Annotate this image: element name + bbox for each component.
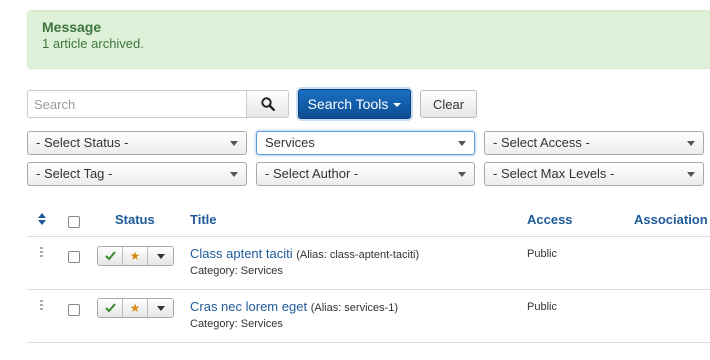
- publish-toggle-button[interactable]: [98, 299, 123, 317]
- filter-access-value: - Select Access -: [493, 135, 590, 150]
- chevron-down-icon: [687, 172, 695, 177]
- alert-heading: Message: [42, 19, 102, 35]
- article-category: Category: Services: [190, 265, 283, 277]
- chevron-down-icon: [230, 172, 238, 177]
- chevron-down-icon: [687, 141, 695, 146]
- caret-down-icon: [156, 253, 165, 259]
- filter-tag-select[interactable]: - Select Tag -: [27, 162, 247, 186]
- chevron-down-icon: [458, 141, 466, 146]
- column-header-association[interactable]: Association: [634, 212, 708, 227]
- chevron-down-icon: [458, 172, 466, 177]
- featured-toggle-button[interactable]: ★: [123, 299, 148, 317]
- article-access: Public: [527, 301, 557, 313]
- status-button-group: ★: [97, 246, 174, 266]
- star-icon: ★: [129, 301, 141, 315]
- article-title-link[interactable]: Cras nec lorem eget: [190, 299, 307, 314]
- filter-tag-value: - Select Tag -: [36, 166, 113, 181]
- article-title: Cras nec lorem eget (Alias: services-1): [190, 299, 398, 314]
- filter-category-value: Services: [265, 135, 315, 150]
- article-access: Public: [527, 248, 557, 260]
- clear-button[interactable]: Clear: [420, 90, 477, 118]
- drag-handle-icon[interactable]: [40, 247, 44, 259]
- filter-max-levels-select[interactable]: - Select Max Levels -: [484, 162, 704, 186]
- success-alert: Message 1 article archived.: [27, 10, 710, 69]
- row-divider: [27, 289, 710, 290]
- row-checkbox[interactable]: [68, 251, 80, 263]
- filter-category-select[interactable]: Services: [256, 131, 475, 155]
- caret-down-icon: [393, 103, 402, 107]
- featured-toggle-button[interactable]: ★: [123, 247, 148, 265]
- article-alias: (Alias: services-1): [310, 302, 399, 314]
- row-divider: [27, 342, 710, 343]
- filter-author-select[interactable]: - Select Author -: [256, 162, 475, 186]
- search-tools-button[interactable]: Search Tools: [298, 89, 411, 119]
- status-button-group: ★: [97, 298, 174, 318]
- publish-toggle-button[interactable]: [98, 247, 123, 265]
- check-icon: [104, 251, 116, 261]
- drag-handle-icon[interactable]: [40, 300, 44, 312]
- search-input[interactable]: [27, 90, 247, 118]
- star-icon: ★: [129, 249, 141, 263]
- chevron-down-icon: [230, 141, 238, 146]
- filter-author-value: - Select Author -: [265, 166, 359, 181]
- sort-icon[interactable]: [37, 212, 47, 226]
- status-dropdown-button[interactable]: [148, 247, 173, 265]
- filter-access-select[interactable]: - Select Access -: [484, 131, 704, 155]
- search-tools-label: Search Tools: [307, 96, 389, 112]
- filter-status-value: - Select Status -: [36, 135, 129, 150]
- article-title-link[interactable]: Class aptent taciti: [190, 246, 293, 261]
- article-alias: (Alias: class-aptent-taciti): [296, 249, 420, 261]
- search-button[interactable]: [247, 90, 289, 118]
- column-header-access[interactable]: Access: [527, 212, 573, 227]
- column-header-title[interactable]: Title: [190, 212, 217, 227]
- status-dropdown-button[interactable]: [148, 299, 173, 317]
- search-bar: [27, 90, 289, 118]
- row-divider: [27, 236, 710, 237]
- caret-down-icon: [156, 305, 165, 311]
- search-icon: [260, 97, 275, 111]
- check-icon: [104, 303, 116, 313]
- article-title: Class aptent taciti (Alias: class-aptent…: [190, 246, 419, 261]
- row-checkbox[interactable]: [68, 304, 80, 316]
- column-header-status[interactable]: Status: [115, 212, 155, 227]
- filter-max-levels-value: - Select Max Levels -: [493, 166, 615, 181]
- alert-message: 1 article archived.: [42, 36, 144, 51]
- article-category: Category: Services: [190, 318, 283, 330]
- filter-status-select[interactable]: - Select Status -: [27, 131, 247, 155]
- select-all-checkbox[interactable]: [68, 216, 80, 228]
